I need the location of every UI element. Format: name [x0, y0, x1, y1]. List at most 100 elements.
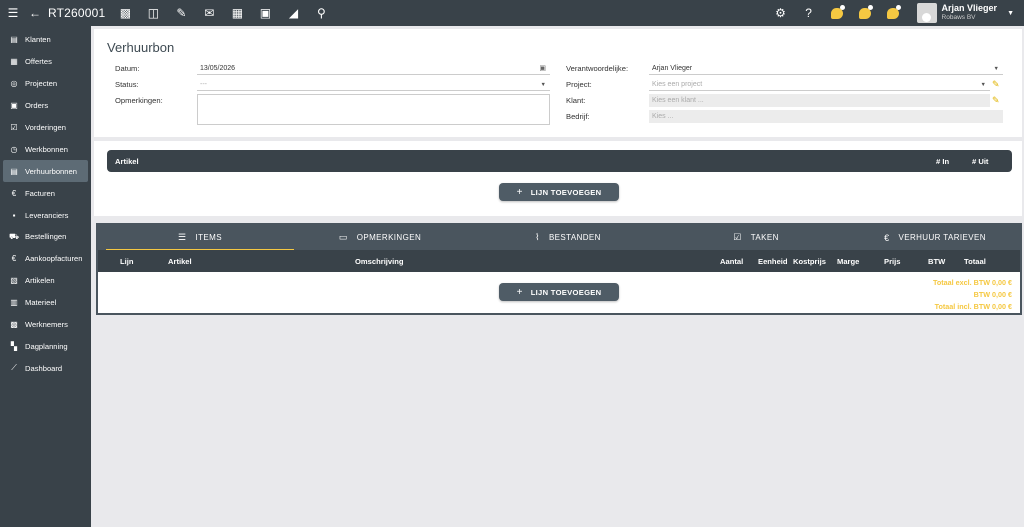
- klant-field[interactable]: Kies een klant ...: [649, 94, 990, 107]
- sidebar-item-label: Artikelen: [25, 276, 55, 286]
- user-menu[interactable]: Arjan Vlieger Robaws BV ▼: [916, 3, 1024, 23]
- sidebar-item-dashboard[interactable]: ⟋ Dashboard: [0, 357, 91, 379]
- sidebar-item-label: Offertes: [25, 57, 52, 67]
- tab-bestanden[interactable]: ⌇ BESTANDEN: [474, 225, 662, 250]
- bedrijf-placeholder: Kies ...: [652, 113, 674, 120]
- cart-icon: ⛟: [9, 231, 20, 241]
- message-notification-icon[interactable]: [879, 0, 907, 26]
- column-lijn: Lijn: [120, 257, 134, 266]
- klant-label: Klant:: [566, 96, 586, 105]
- sidebar-item-artikelen[interactable]: ▧ Artikelen: [0, 270, 91, 292]
- page-title: Verhuurbon: [107, 40, 175, 55]
- tab-label: ITEMS: [195, 232, 222, 242]
- sidebar-item-projecten[interactable]: ◎ Projecten: [0, 73, 91, 95]
- search-icon[interactable]: ⚲: [307, 0, 335, 26]
- euro-icon: €: [884, 232, 890, 243]
- quotes-icon: ▦: [10, 57, 18, 67]
- column-kostprijs: Kostprijs: [793, 257, 826, 266]
- user-company: Robaws BV: [941, 14, 976, 21]
- column-omschrijving: Omschrijving: [355, 257, 404, 266]
- gear-icon[interactable]: ⚙: [767, 0, 795, 26]
- column-marge: Marge: [837, 257, 860, 266]
- tab-taken[interactable]: ☑ TAKEN: [662, 225, 850, 250]
- bedrijf-label: Bedrijf:: [566, 112, 590, 121]
- verantwoordelijke-label: Verantwoordelijke:: [566, 64, 629, 73]
- verantwoordelijke-value: Arjan Vlieger: [652, 65, 693, 72]
- sidebar-item-dagplanning[interactable]: ▚ Dagplanning: [0, 335, 91, 357]
- sidebar-item-bestellingen[interactable]: ⛟ Bestellingen: [0, 226, 91, 248]
- message-notification-icon[interactable]: [851, 0, 879, 26]
- sidebar: ▤ Klanten ▦ Offertes ◎ Projecten ▣ Orders ☑ Vorde…: [0, 26, 91, 527]
- tab-label: VERHUUR TARIEVEN: [898, 233, 986, 242]
- add-item-line-label: LIJN TOEVOEGEN: [530, 287, 602, 297]
- print-preview-icon[interactable]: ◫: [139, 0, 167, 26]
- sidebar-item-verhuurbonnen[interactable]: ▤ Verhuurbonnen: [3, 160, 88, 183]
- archive-icon[interactable]: ▣: [251, 0, 279, 26]
- tab-verhuur-tarieven[interactable]: € VERHUUR TARIEVEN: [850, 225, 1020, 250]
- menu-icon[interactable]: ☰: [2, 0, 24, 26]
- sidebar-item-werknemers[interactable]: ▩ Werknemers: [0, 314, 91, 336]
- sidebar-item-facturen[interactable]: € Facturen: [0, 182, 91, 204]
- project-placeholder: Kies een project: [652, 81, 703, 88]
- sidebar-item-leveranciers[interactable]: ▪ Leveranciers: [0, 204, 91, 226]
- status-select[interactable]: --- ▼: [197, 79, 550, 91]
- edit-klant-pencil-icon[interactable]: ✎: [992, 95, 1000, 106]
- sidebar-item-aankoopfacturen[interactable]: € Aankoopfacturen: [0, 248, 91, 270]
- rental-icon: ▤: [10, 166, 18, 176]
- chevron-down-icon[interactable]: ▼: [1007, 10, 1014, 17]
- bedrijf-field[interactable]: Kies ...: [649, 110, 1003, 123]
- equipment-icon: ▥: [10, 298, 18, 308]
- back-arrow-icon[interactable]: ←: [24, 0, 46, 26]
- trash-icon[interactable]: ▦: [223, 0, 251, 26]
- edit-pencil-icon[interactable]: ✎: [167, 0, 195, 26]
- opmerkingen-textarea[interactable]: [197, 94, 550, 125]
- calendar-icon[interactable]: ▣: [539, 64, 546, 72]
- sidebar-item-offertes[interactable]: ▦ Offertes: [0, 51, 91, 73]
- articles-icon: ▧: [10, 276, 18, 286]
- user-name: Arjan Vlieger: [941, 3, 998, 13]
- sidebar-item-materieel[interactable]: ▥ Materieel: [0, 292, 91, 314]
- rental-form: Verhuurbon Datum: 13/05/2026 ▣ Status: -…: [94, 29, 1022, 137]
- tab-items[interactable]: ☰ ITEMS: [106, 225, 294, 250]
- sidebar-item-label: Werknemers: [25, 320, 68, 330]
- list-icon: ☰: [178, 231, 187, 242]
- work-orders-icon: ◷: [10, 144, 18, 154]
- projects-icon: ◎: [10, 79, 18, 89]
- add-item-line-button[interactable]: + LIJN TOEVOEGEN: [499, 283, 619, 301]
- sidebar-item-werkbonnen[interactable]: ◷ Werkbonnen: [0, 138, 91, 160]
- chevron-down-icon: ▼: [980, 82, 986, 88]
- lock-icon[interactable]: ◢: [279, 0, 307, 26]
- tab-bar: ☰ ITEMS ▭ OPMERKINGEN ⌇ BESTANDEN ☑ TAKEN € VERHU…: [98, 225, 1020, 250]
- edit-project-pencil-icon[interactable]: ✎: [992, 79, 1000, 90]
- sidebar-item-klanten[interactable]: ▤ Klanten: [0, 29, 91, 51]
- sidebar-item-label: Leveranciers: [25, 210, 69, 220]
- clients-icon: ▤: [10, 35, 18, 45]
- datum-field[interactable]: 13/05/2026 ▣: [197, 63, 550, 75]
- mail-icon[interactable]: ✉: [195, 0, 223, 26]
- sidebar-item-label: Dagplanning: [25, 341, 68, 351]
- orders-icon: ▣: [10, 101, 18, 111]
- chat-notification-icon[interactable]: [823, 0, 851, 26]
- plus-icon: +: [516, 186, 523, 198]
- pdf-icon[interactable]: ▩: [111, 0, 139, 26]
- comment-icon: ▭: [338, 232, 348, 242]
- column-prijs: Prijs: [884, 257, 901, 266]
- sidebar-item-label: Bestellingen: [25, 232, 67, 242]
- plus-icon: +: [516, 286, 523, 298]
- project-select[interactable]: Kies een project ▼: [649, 79, 990, 91]
- sidebar-item-label: Dashboard: [25, 363, 63, 373]
- sidebar-item-label: Vorderingen: [25, 123, 66, 132]
- sidebar-item-vorderingen[interactable]: ☑ Vorderingen: [0, 117, 91, 139]
- total-excl-btw: Totaal excl. BTW 0,00 €: [933, 278, 1012, 287]
- verantwoordelijke-select[interactable]: Arjan Vlieger ▼: [649, 63, 1003, 75]
- status-label: Status:: [115, 80, 139, 89]
- add-line-button[interactable]: + LIJN TOEVOEGEN: [499, 183, 619, 201]
- sidebar-item-label: Facturen: [25, 188, 55, 198]
- help-icon[interactable]: ?: [795, 0, 823, 26]
- total-incl-btw: Totaal incl. BTW 0,00 €: [934, 302, 1012, 311]
- tab-opmerkingen[interactable]: ▭ OPMERKINGEN: [286, 225, 474, 250]
- employees-icon: ▩: [10, 320, 18, 330]
- sidebar-item-orders[interactable]: ▣ Orders: [0, 95, 91, 117]
- tab-label: BESTANDEN: [548, 233, 601, 242]
- column-uit: # Uit: [972, 157, 989, 166]
